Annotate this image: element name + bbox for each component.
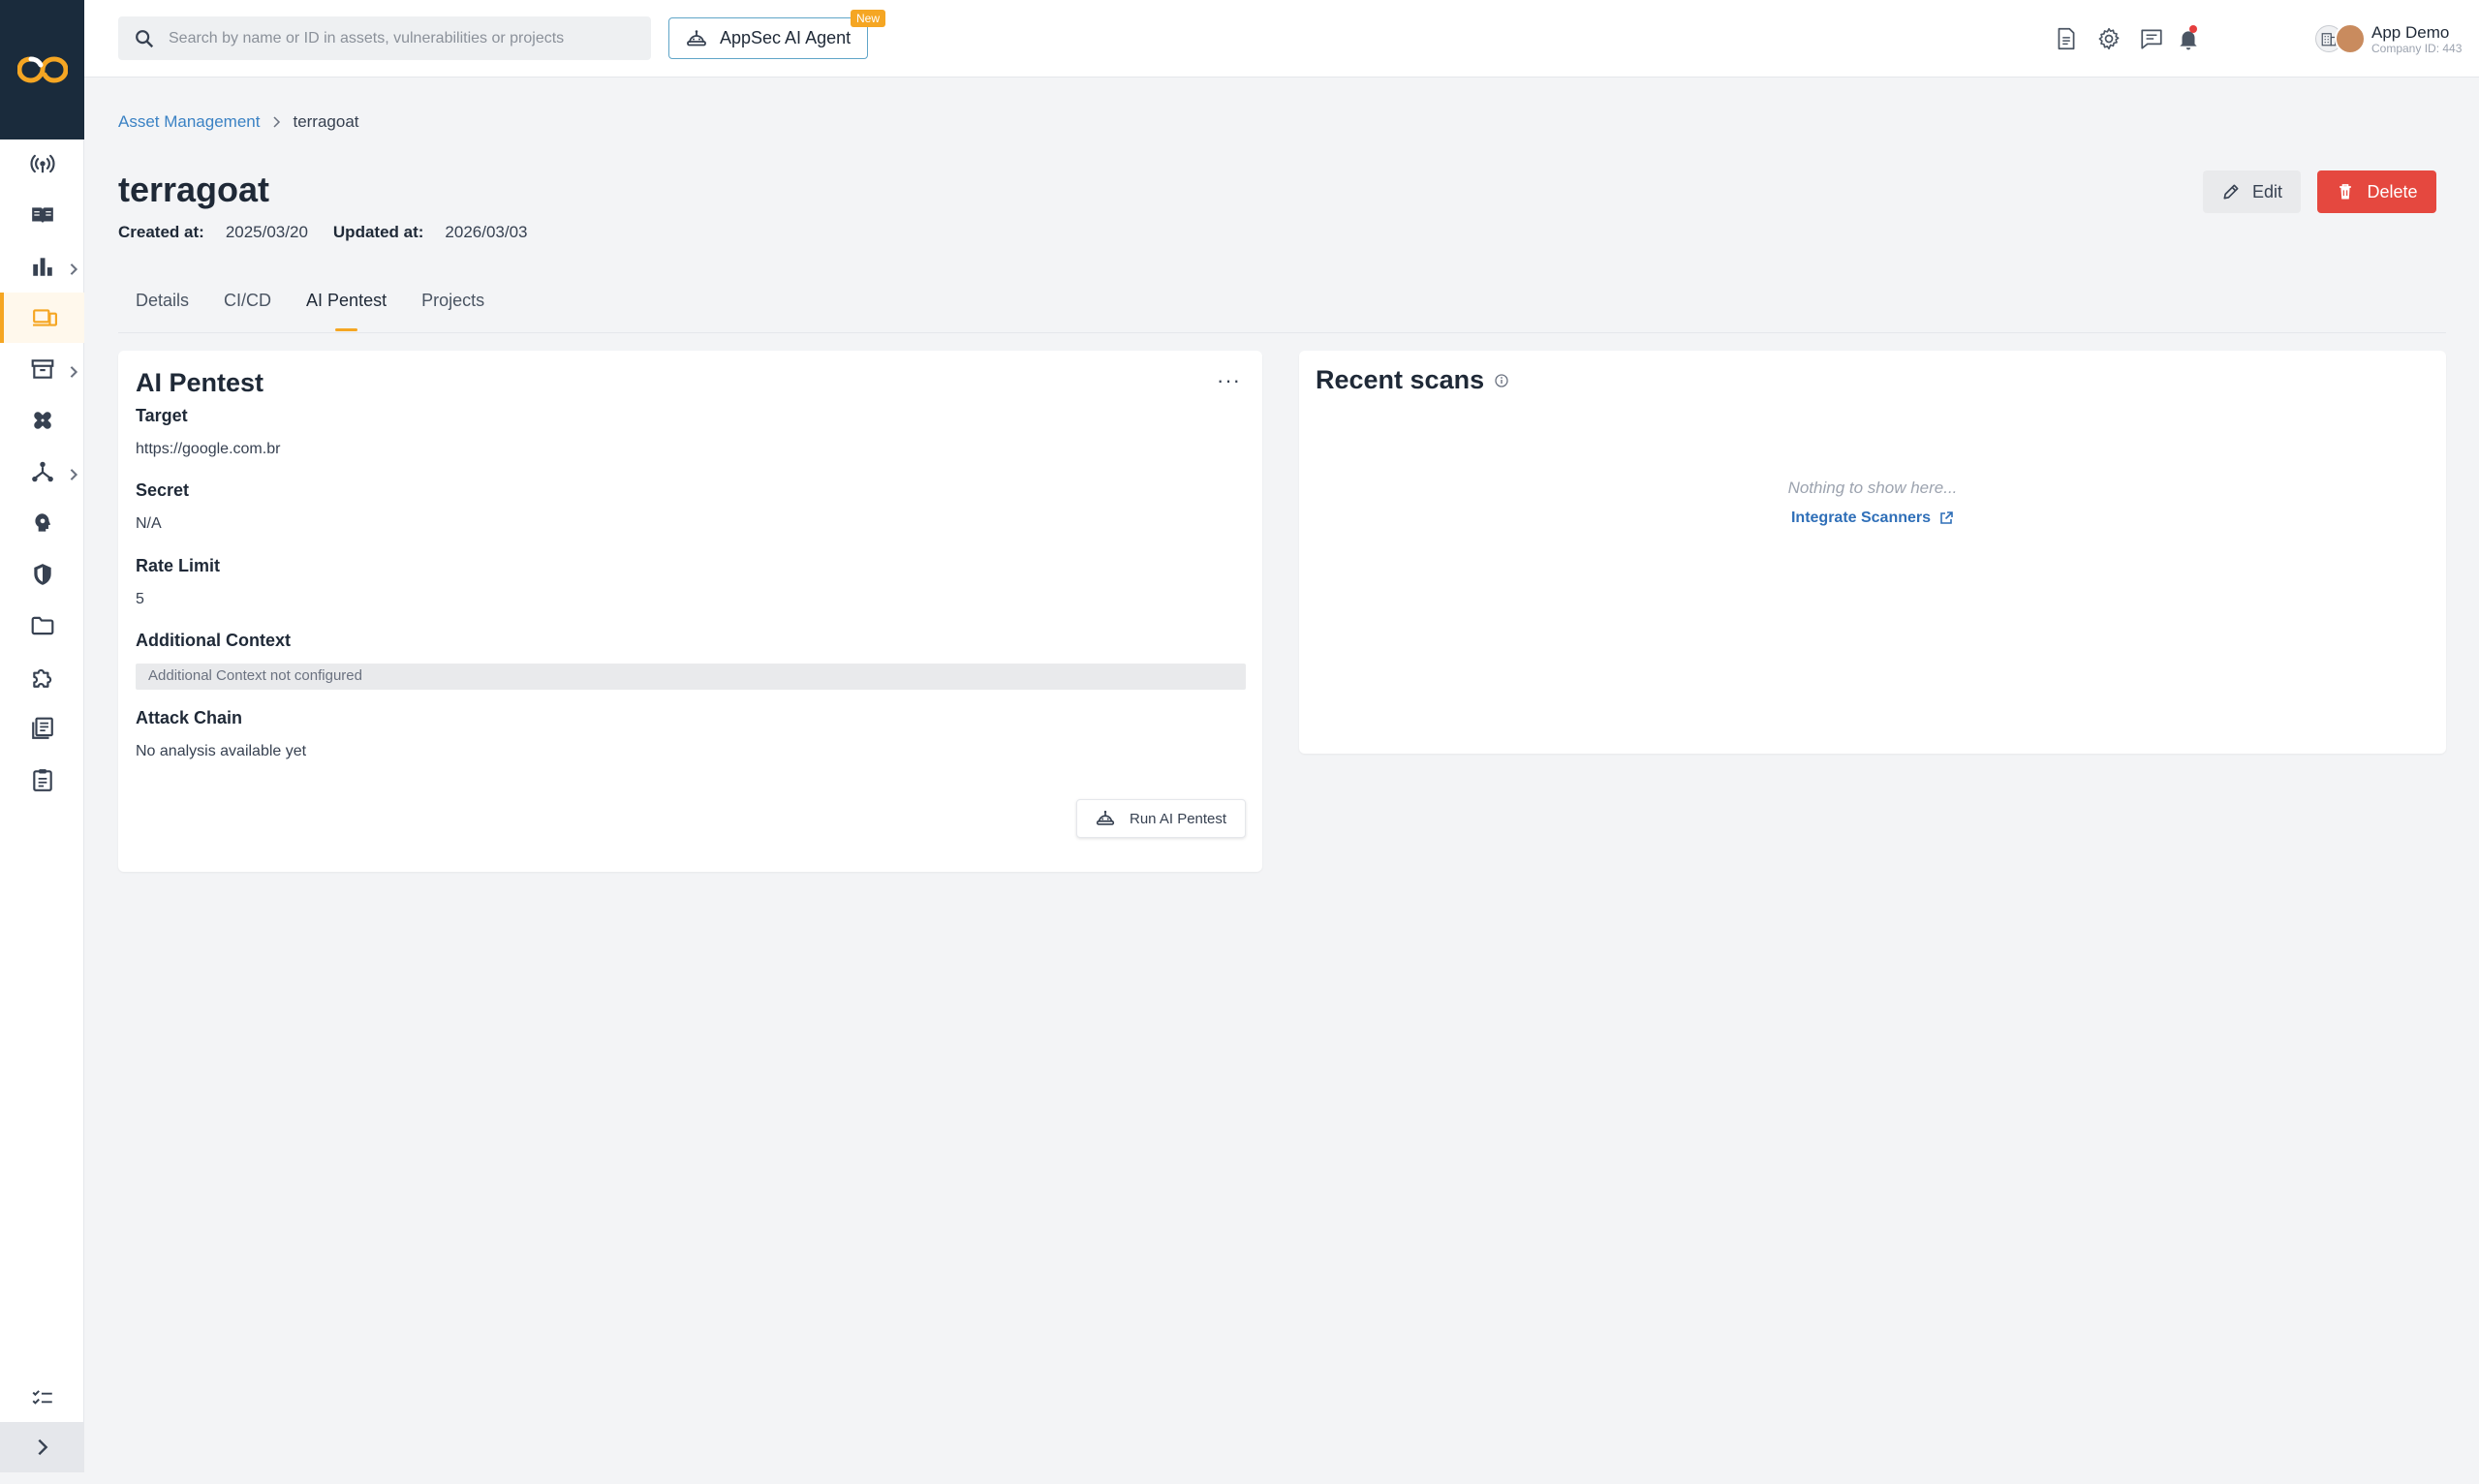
top-header: AppSec AI Agent New App Demo Company ID:… xyxy=(84,0,2479,77)
additional-context-value: Additional Context not configured xyxy=(136,664,1246,690)
company-id: Company ID: 443 xyxy=(2371,41,2463,55)
sidebar-item-reports[interactable] xyxy=(0,703,84,754)
tab-projects[interactable]: Projects xyxy=(421,291,484,331)
network-icon xyxy=(31,461,53,482)
sidebar-item-remediation[interactable] xyxy=(0,395,84,446)
folder-icon xyxy=(31,616,53,635)
sidebar-item-checklist[interactable] xyxy=(0,1373,84,1423)
infinity-logo-icon xyxy=(16,56,68,83)
info-icon[interactable] xyxy=(1494,373,1509,388)
sidebar xyxy=(0,0,84,1472)
sidebar-item-dashboards[interactable] xyxy=(0,241,84,292)
page-title: terragoat xyxy=(118,170,270,209)
tabs-divider xyxy=(118,332,2446,333)
clipboard-icon xyxy=(32,769,52,791)
search-icon xyxy=(136,29,154,47)
sidebar-item-library[interactable] xyxy=(0,190,84,240)
sidebar-item-plugins[interactable] xyxy=(0,652,84,702)
rate-limit-value: 5 xyxy=(136,591,144,607)
tab-ai-pentest[interactable]: AI Pentest xyxy=(306,291,387,331)
bell-icon[interactable] xyxy=(2176,26,2201,51)
recent-scans-title-text: Recent scans xyxy=(1316,365,1485,394)
sidebar-item-projects[interactable] xyxy=(0,601,84,651)
puzzle-icon xyxy=(32,668,51,688)
delete-button[interactable]: Delete xyxy=(2317,170,2436,213)
more-options-button[interactable]: ··· xyxy=(1217,368,1241,393)
reports-icon xyxy=(31,717,53,739)
chat-icon[interactable] xyxy=(2139,26,2164,51)
global-search[interactable] xyxy=(118,16,651,60)
breadcrumb: Asset Management terragoat xyxy=(118,112,359,132)
bar-chart-icon xyxy=(32,258,52,276)
updated-value: 2026/03/03 xyxy=(445,223,528,241)
sidebar-item-security[interactable] xyxy=(0,549,84,600)
delete-label: Delete xyxy=(2367,181,2418,201)
pencil-icon xyxy=(2223,184,2239,200)
robot-icon xyxy=(687,29,706,46)
attack-chain-label: Attack Chain xyxy=(136,708,243,727)
user-menu[interactable]: App Demo Company ID: 443 xyxy=(2315,19,2462,58)
brain-icon xyxy=(34,513,50,532)
notification-dot xyxy=(2189,25,2197,33)
app-logo[interactable] xyxy=(0,0,84,139)
edit-button[interactable]: Edit xyxy=(2203,170,2301,213)
secret-value: N/A xyxy=(136,515,162,532)
sidebar-item-integrations[interactable] xyxy=(0,447,84,497)
bandage-icon xyxy=(33,412,51,429)
new-badge: New xyxy=(851,10,886,27)
trash-icon xyxy=(2340,184,2352,200)
book-icon xyxy=(31,207,53,224)
ai-pentest-title: AI Pentest xyxy=(136,368,264,397)
devices-icon xyxy=(32,309,57,326)
search-input[interactable] xyxy=(169,29,614,47)
asset-tabs: Details CI/CD AI Pentest Projects xyxy=(136,291,519,333)
updated-label: Updated at: xyxy=(332,223,424,241)
created-label: Created at: xyxy=(118,223,204,241)
additional-context-label: Additional Context xyxy=(136,631,291,650)
chevron-right-icon xyxy=(273,116,281,128)
run-ai-pentest-label: Run AI Pentest xyxy=(1130,810,1227,827)
appsec-ai-agent-label: AppSec AI Agent xyxy=(720,28,852,47)
user-name: App Demo xyxy=(2371,22,2450,42)
tab-ci-cd[interactable]: CI/CD xyxy=(224,291,271,331)
run-ai-pentest-button[interactable]: Run AI Pentest xyxy=(1076,799,1246,838)
sidebar-item-signal[interactable] xyxy=(0,139,84,189)
chevron-right-icon xyxy=(70,263,78,275)
expand-sidebar-button[interactable] xyxy=(0,1422,84,1472)
rate-limit-label: Rate Limit xyxy=(136,556,221,575)
signal-icon xyxy=(29,154,55,173)
ai-pentest-card: AI Pentest ··· Target https://google.com… xyxy=(118,351,1262,872)
archive-icon xyxy=(31,359,53,379)
edit-label: Edit xyxy=(2251,181,2283,201)
empty-state-text: Nothing to show here... xyxy=(1787,479,1958,497)
secret-label: Secret xyxy=(136,480,190,500)
attack-chain-value: No analysis available yet xyxy=(136,743,307,759)
chevron-right-icon xyxy=(70,366,78,378)
appsec-ai-agent-button[interactable]: AppSec AI Agent xyxy=(668,17,868,59)
robot-icon xyxy=(1096,810,1115,825)
recent-scans-card: Recent scans Nothing to show here... Int… xyxy=(1299,351,2446,754)
document-icon[interactable] xyxy=(2054,26,2079,51)
gear-icon[interactable] xyxy=(2096,26,2122,51)
sidebar-item-archive[interactable] xyxy=(0,344,84,394)
tab-details[interactable]: Details xyxy=(136,291,189,331)
shield-icon xyxy=(33,564,51,585)
created-value: 2025/03/20 xyxy=(225,223,308,241)
target-value: https://google.com.br xyxy=(136,441,281,457)
user-avatar xyxy=(2335,23,2366,54)
recent-scans-title: Recent scans xyxy=(1316,365,1509,395)
breadcrumb-current: terragoat xyxy=(293,112,359,131)
chevron-right-icon xyxy=(70,469,78,480)
checklist-icon xyxy=(32,1390,52,1405)
asset-meta: Created at: 2025/03/20 Updated at: 2026/… xyxy=(118,223,553,242)
breadcrumb-asset-management[interactable]: Asset Management xyxy=(118,112,260,132)
integrate-scanners-label: Integrate Scanners xyxy=(1790,510,1932,526)
chevron-right-icon xyxy=(37,1438,47,1456)
sidebar-item-tasks[interactable] xyxy=(0,755,84,805)
sidebar-item-intelligence[interactable] xyxy=(0,498,84,548)
sidebar-item-assets[interactable] xyxy=(0,293,84,343)
external-link-icon xyxy=(1940,511,1953,524)
target-label: Target xyxy=(136,406,188,425)
integrate-scanners-link[interactable]: Integrate Scanners xyxy=(1299,510,2446,527)
